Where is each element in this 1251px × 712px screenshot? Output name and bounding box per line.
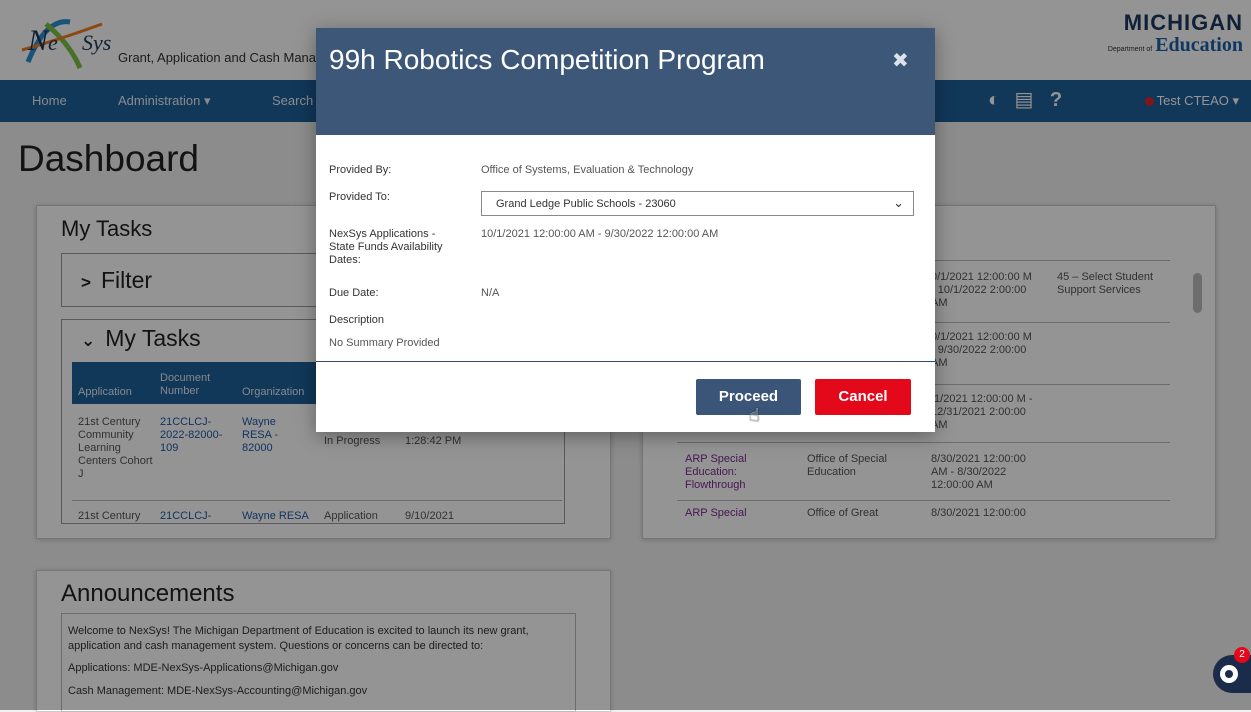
modal-header: 99h Robotics Competition Program ✖ — [316, 28, 935, 135]
provided-by-label: Provided By: — [329, 164, 392, 176]
hand-cursor-icon: ☝ — [749, 405, 760, 425]
modal-title: 99h Robotics Competition Program — [329, 44, 765, 75]
due-date-value: N/A — [481, 287, 500, 299]
chevron-down-icon: ⌄ — [893, 195, 904, 210]
chat-badge: 2 — [1234, 647, 1250, 663]
close-icon[interactable]: ✖ — [892, 48, 909, 73]
cancel-button[interactable]: Cancel — [815, 379, 911, 415]
description-label: Description — [329, 314, 385, 326]
modal-divider — [316, 361, 935, 362]
provided-to-select[interactable]: Grand Ledge Public Schools - 23060 ⌄ — [481, 191, 914, 216]
availability-value: 10/1/2021 12:00:00 AM - 9/30/2022 12:00:… — [481, 228, 719, 240]
provided-by-value: Office of Systems, Evaluation & Technolo… — [481, 164, 694, 176]
provided-to-label: Provided To: — [329, 191, 390, 203]
provided-to-selected: Grand Ledge Public Schools - 23060 — [496, 198, 676, 210]
program-modal: 99h Robotics Competition Program ✖ Provi… — [316, 28, 935, 432]
availability-label: NexSys Applications - State Funds Availa… — [329, 228, 443, 266]
description-value: No Summary Provided — [329, 337, 440, 349]
due-date-label: Due Date: — [329, 287, 379, 299]
